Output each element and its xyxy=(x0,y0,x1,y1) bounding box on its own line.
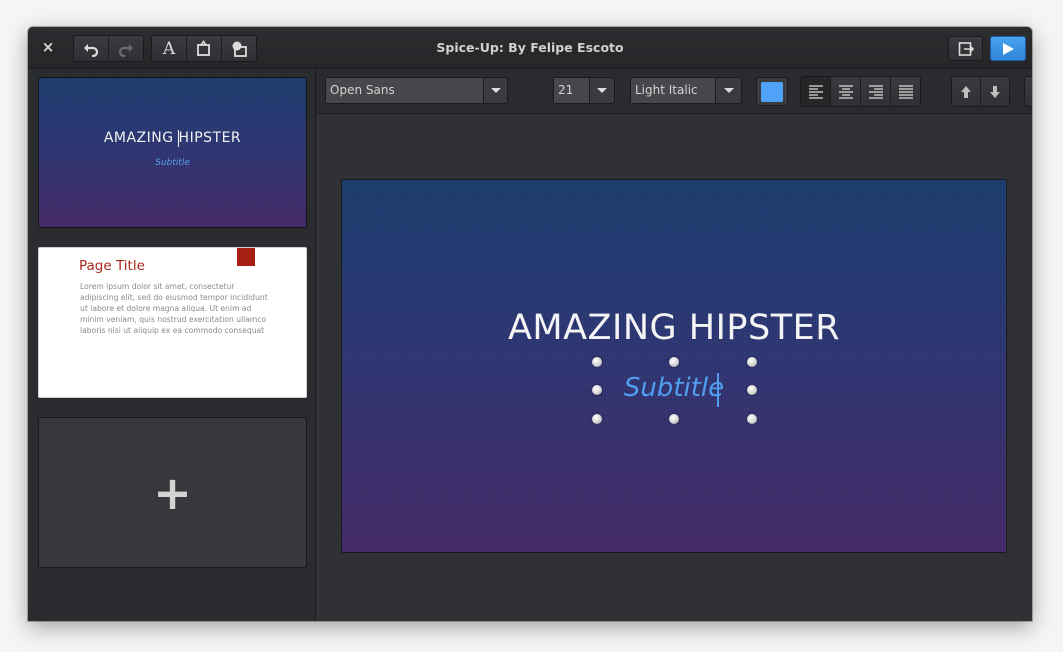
undo-icon xyxy=(84,43,99,57)
thumbnail-subtitle: Subtitle xyxy=(155,158,190,168)
font-size-dropdown[interactable] xyxy=(590,78,614,103)
resize-handle-bottom[interactable] xyxy=(669,414,679,424)
resize-handle-left[interactable] xyxy=(592,385,602,395)
export-button[interactable] xyxy=(948,36,983,61)
add-shape-button[interactable] xyxy=(187,36,222,61)
slide-thumbnail-2[interactable]: Page Title Lorem ipsum dolor sit amet, c… xyxy=(38,247,307,398)
justify-icon xyxy=(898,84,913,99)
export-icon xyxy=(958,41,974,56)
play-icon xyxy=(1003,42,1014,55)
font-style-dropdown[interactable] xyxy=(716,78,741,103)
slide-list-sidebar: AMAZING HIPSTER Subtitle Page Title Lore… xyxy=(28,69,316,621)
font-style-entry[interactable]: Light Italic xyxy=(631,78,716,103)
resize-handle-bottom-right[interactable] xyxy=(747,414,757,424)
resize-handle-top[interactable] xyxy=(669,357,679,367)
redo-button[interactable] xyxy=(109,36,143,61)
align-center-button[interactable] xyxy=(831,77,861,106)
justify-button[interactable] xyxy=(891,77,920,106)
layer-order-button-group xyxy=(951,76,1010,107)
text-icon: A xyxy=(162,38,176,59)
font-family-combo[interactable]: Open Sans xyxy=(325,77,508,104)
resize-handle-top-left[interactable] xyxy=(592,357,602,367)
text-color-button[interactable] xyxy=(756,77,788,106)
formatting-toolbar: Open Sans 21 Light Italic xyxy=(316,69,1032,114)
chevron-down-icon xyxy=(490,87,501,93)
font-size-entry[interactable]: 21 xyxy=(554,78,590,103)
font-style-combo[interactable]: Light Italic xyxy=(630,77,742,104)
slide-subtitle-text[interactable]: Subtitle xyxy=(342,373,1006,403)
color-swatch xyxy=(761,81,783,102)
add-text-button[interactable]: A xyxy=(152,36,187,61)
resize-handle-bottom-left[interactable] xyxy=(592,414,602,424)
align-left-button[interactable] xyxy=(801,77,831,106)
align-right-icon xyxy=(868,84,883,99)
font-family-dropdown[interactable] xyxy=(484,78,507,103)
resize-handle-right[interactable] xyxy=(747,385,757,395)
align-right-button[interactable] xyxy=(861,77,891,106)
arrow-up-icon xyxy=(961,85,971,98)
thumbnail-body-text: Lorem ipsum dolor sit amet, consectetur … xyxy=(80,282,268,335)
close-button[interactable]: × xyxy=(38,37,58,57)
slide-canvas-area: AMAZING HIPSTER Subtitle xyxy=(316,114,1032,621)
close-icon: × xyxy=(41,38,55,56)
add-image-icon xyxy=(232,41,247,57)
add-shape-icon xyxy=(197,39,210,56)
font-size-combo[interactable]: 21 xyxy=(553,77,615,104)
plus-icon: + xyxy=(153,465,192,520)
undo-button[interactable] xyxy=(74,36,109,61)
app-window: Spice-Up: By Felipe Escoto × A AMAZING H… xyxy=(28,27,1032,621)
bookmark-decoration xyxy=(237,248,255,266)
chevron-down-icon xyxy=(597,87,607,93)
alignment-button-group xyxy=(800,76,921,107)
delete-button[interactable] xyxy=(1024,76,1032,107)
titlebar: Spice-Up: By Felipe Escoto × A xyxy=(28,27,1032,69)
align-center-icon xyxy=(838,84,853,99)
redo-icon xyxy=(118,43,133,57)
align-left-icon xyxy=(808,84,823,99)
arrow-down-icon xyxy=(990,85,1000,98)
insert-button-group: A xyxy=(151,35,257,62)
send-backward-button[interactable] xyxy=(981,77,1009,106)
add-slide-button[interactable]: + xyxy=(38,417,307,568)
present-button[interactable] xyxy=(990,36,1026,61)
slide-thumbnail-1[interactable]: AMAZING HIPSTER Subtitle xyxy=(38,77,307,228)
history-button-group xyxy=(73,35,144,62)
bring-forward-button[interactable] xyxy=(952,77,981,106)
slide-title-text[interactable]: AMAZING HIPSTER xyxy=(342,308,1006,348)
font-family-entry[interactable]: Open Sans xyxy=(326,78,484,103)
resize-handle-top-right[interactable] xyxy=(747,357,757,367)
chevron-down-icon xyxy=(723,87,734,93)
thumbnail-text-cursor xyxy=(178,130,179,147)
add-image-button[interactable] xyxy=(222,36,256,61)
current-slide[interactable]: AMAZING HIPSTER Subtitle xyxy=(341,179,1007,553)
thumbnail-title: AMAZING HIPSTER xyxy=(103,130,242,146)
thumbnail-page-title: Page Title xyxy=(79,258,145,274)
text-cursor xyxy=(717,373,719,407)
